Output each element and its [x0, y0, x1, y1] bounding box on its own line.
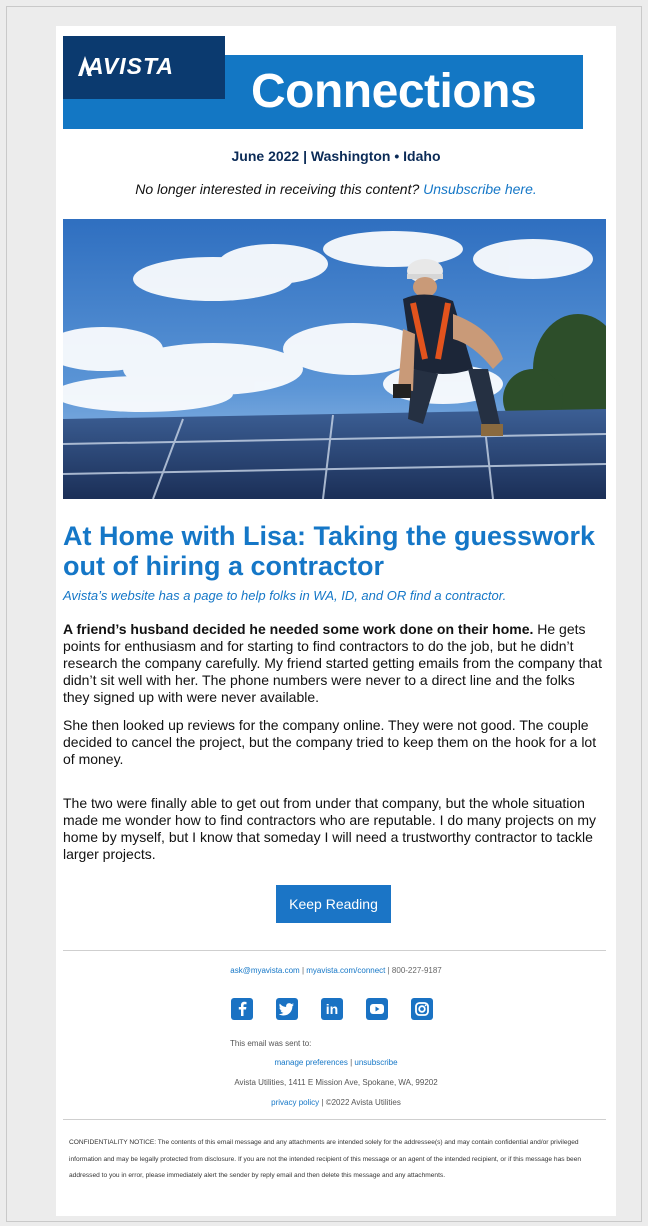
- twitter-icon[interactable]: [276, 998, 298, 1020]
- youtube-icon[interactable]: [366, 998, 388, 1020]
- article-title[interactable]: At Home with Lisa: Taking the guesswork …: [63, 521, 603, 581]
- youtube-icon-glyph: [370, 1004, 384, 1014]
- article-paragraph-2: She then looked up reviews for the compa…: [63, 717, 597, 767]
- phone-number: 800-227-9187: [391, 966, 442, 975]
- sent-to-text: This email was sent to:: [230, 1039, 312, 1048]
- logo-text: AVISTA: [87, 53, 174, 79]
- preference-links: manage preferences | unsubscribe: [56, 1058, 616, 1067]
- confidentiality-divider: [63, 1119, 606, 1120]
- facebook-icon-glyph: [238, 1001, 247, 1016]
- footer-divider: [63, 950, 606, 951]
- article-paragraph-3: The two were finally able to get out fro…: [63, 795, 597, 862]
- keep-reading-button[interactable]: Keep Reading: [276, 885, 391, 923]
- contact-links: ask@myavista.com | myavista.com/connect …: [56, 966, 616, 975]
- newsletter-title: Connections: [251, 65, 537, 118]
- hero-image: [63, 219, 606, 499]
- email-header: Connections AVISTA: [63, 36, 609, 129]
- confidentiality-notice: CONFIDENTIALITY NOTICE: The contents of …: [69, 1139, 582, 1179]
- email-card: Connections AVISTA June 2022 | Washingto…: [56, 26, 616, 1216]
- edition-line: June 2022 | Washington • Idaho: [231, 148, 441, 164]
- email-link[interactable]: ask@myavista.com: [230, 966, 299, 975]
- social-icons: in: [231, 998, 441, 1020]
- article-subtitle: Avista’s website has a page to help folk…: [63, 588, 507, 603]
- privacy-policy-link[interactable]: privacy policy: [271, 1098, 319, 1107]
- privacy-line: privacy policy | ©2022 Avista Utilities: [56, 1098, 616, 1107]
- website-link[interactable]: myavista.com/connect: [306, 966, 385, 975]
- manage-preferences-link[interactable]: manage preferences: [274, 1058, 347, 1067]
- paragraph-lead: A friend’s husband decided he needed som…: [63, 621, 534, 637]
- article-paragraph-1: A friend’s husband decided he needed som…: [63, 621, 603, 706]
- unsubscribe-line: No longer interested in receiving this c…: [56, 181, 616, 197]
- instagram-icon[interactable]: [411, 998, 433, 1020]
- linkedin-icon[interactable]: in: [321, 998, 343, 1020]
- facebook-icon[interactable]: [231, 998, 253, 1020]
- twitter-icon-glyph: [278, 1003, 294, 1016]
- copyright-text: ©2022 Avista Utilities: [325, 1098, 401, 1107]
- company-address: Avista Utilities, 1411 E Mission Ave, Sp…: [234, 1078, 438, 1087]
- footer-unsubscribe-link[interactable]: unsubscribe: [354, 1058, 397, 1067]
- avista-logo[interactable]: AVISTA: [63, 36, 225, 99]
- unsubscribe-prompt: No longer interested in receiving this c…: [135, 181, 420, 197]
- unsubscribe-link[interactable]: Unsubscribe here.: [423, 181, 537, 197]
- instagram-icon-glyph: [415, 1002, 429, 1016]
